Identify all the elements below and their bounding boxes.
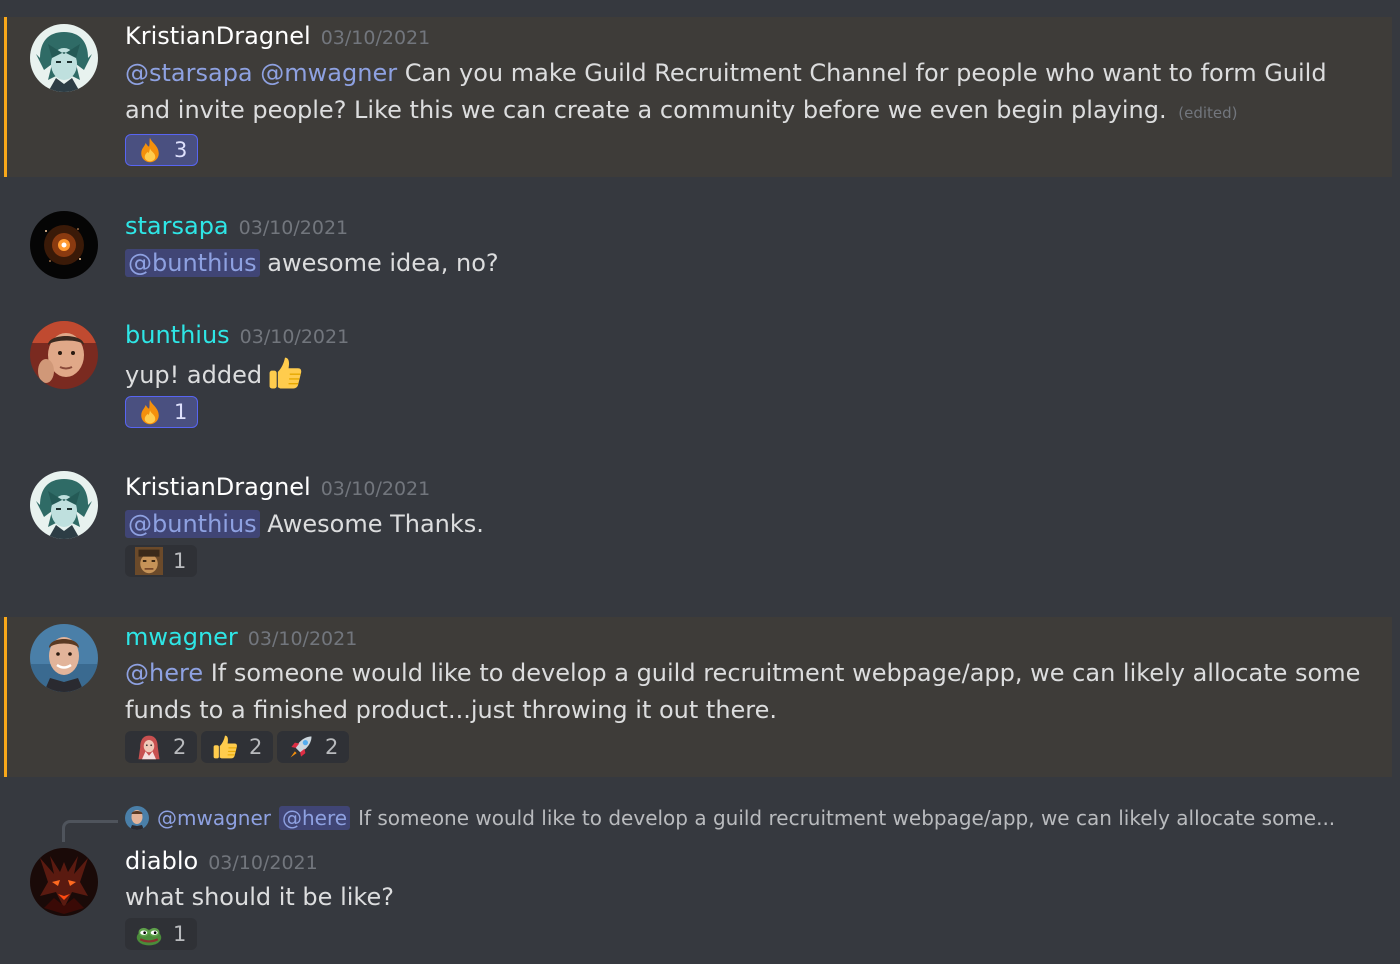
avatar-kristiandragnel[interactable]: [30, 471, 98, 539]
author-name[interactable]: starsapa: [125, 212, 229, 240]
avatar-diablo[interactable]: [30, 848, 98, 916]
reactions: 1: [125, 545, 1372, 577]
message-body: yup! added: [125, 361, 263, 389]
reaction-fire[interactable]: 1: [125, 396, 199, 428]
author-name[interactable]: KristianDragnel: [125, 473, 311, 501]
mention-here[interactable]: @here: [125, 659, 203, 687]
message: KristianDragnel 03/10/2021 @bunthius Awes…: [0, 460, 1392, 590]
author-name[interactable]: KristianDragnel: [125, 22, 311, 50]
message-header: bunthius 03/10/2021: [125, 320, 1372, 350]
message: starsapa 03/10/2021 @bunthius awesome ide…: [0, 200, 1392, 290]
reaction-count: 2: [325, 735, 339, 759]
reactions: 2 2 2: [125, 731, 1372, 763]
reaction-count: 2: [173, 735, 187, 759]
message-text: @starsapa @mwagner Can you make Guild Re…: [125, 55, 1372, 132]
mention-bunthius[interactable]: @bunthius: [125, 249, 260, 277]
reply-connector: [62, 820, 118, 842]
reply-mention-here[interactable]: @here: [279, 806, 351, 830]
message-body: Awesome Thanks.: [259, 510, 484, 538]
reaction-count: 2: [249, 735, 263, 759]
timestamp: 03/10/2021: [247, 628, 358, 650]
avatar-kristiandragnel[interactable]: [30, 24, 98, 92]
reaction-pepe-frog[interactable]: 1: [125, 918, 197, 950]
mention-starsapa[interactable]: @starsapa: [125, 59, 253, 87]
message-header: KristianDragnel 03/10/2021: [125, 472, 1372, 502]
message-header: KristianDragnel 03/10/2021: [125, 21, 1372, 51]
fire-icon: [136, 136, 164, 164]
custom-character-icon: [135, 733, 163, 761]
timestamp: 03/10/2021: [239, 326, 350, 348]
message-text: @here If someone would like to develop a…: [125, 655, 1372, 729]
timestamp: 03/10/2021: [238, 217, 349, 239]
reaction-count: 3: [174, 138, 188, 162]
message-header: mwagner 03/10/2021: [125, 622, 1372, 652]
mention-bunthius[interactable]: @bunthius: [125, 510, 260, 538]
message-text: yup! added: [125, 354, 1372, 394]
message-body: awesome idea, no?: [259, 249, 499, 277]
reactions: 1: [125, 396, 1372, 428]
reaction-count: 1: [173, 922, 187, 946]
timestamp: 03/10/2021: [320, 27, 431, 49]
message-header: diablo 03/10/2021: [125, 846, 1372, 876]
reaction-thumbs-up[interactable]: 2: [201, 731, 273, 763]
message: bunthius 03/10/2021 yup! added 1: [0, 310, 1392, 440]
reactions: 3: [125, 134, 1372, 166]
reply-avatar: [125, 806, 149, 830]
author-name[interactable]: diablo: [125, 847, 198, 875]
thumbs-up-icon: [211, 733, 239, 761]
thumbs-up-icon: [266, 354, 304, 392]
author-name[interactable]: mwagner: [125, 623, 238, 651]
reply-author[interactable]: @mwagner: [157, 806, 271, 830]
mention-mwagner[interactable]: @mwagner: [260, 59, 397, 87]
edited-label: (edited): [1178, 104, 1238, 122]
author-name[interactable]: bunthius: [125, 321, 230, 349]
message-reply: @mwagner @here If someone would like to …: [0, 800, 1392, 964]
avatar-bunthius[interactable]: [30, 321, 98, 389]
avatar-mwagner[interactable]: [30, 624, 98, 692]
reaction-count: 1: [174, 400, 188, 424]
reactions: 1: [125, 918, 1372, 950]
timestamp: 03/10/2021: [320, 478, 431, 500]
reaction-custom-face[interactable]: 1: [125, 545, 197, 577]
reaction-custom-character[interactable]: 2: [125, 731, 197, 763]
pepe-frog-icon: [135, 920, 163, 948]
fire-icon: [136, 398, 164, 426]
message-highlighted: mwagner 03/10/2021 @here If someone would…: [0, 617, 1392, 777]
reaction-fire[interactable]: 3: [125, 134, 199, 166]
message-header: starsapa 03/10/2021: [125, 211, 1372, 241]
message-highlighted: KristianDragnel 03/10/2021 @starsapa @mwa…: [0, 17, 1392, 177]
reaction-rocket[interactable]: 2: [277, 731, 349, 763]
message-body: what should it be like?: [125, 883, 394, 911]
message-text: @bunthius awesome idea, no?: [125, 245, 1372, 282]
reply-text: If someone would like to develop a guild…: [358, 806, 1336, 830]
rocket-icon: [287, 733, 315, 761]
reaction-count: 1: [173, 549, 187, 573]
message-text: what should it be like?: [125, 879, 1372, 916]
avatar-starsapa[interactable]: [30, 211, 98, 279]
custom-face-icon: [135, 547, 163, 575]
reply-preview[interactable]: @mwagner @here If someone would like to …: [125, 806, 1335, 830]
message-text: @bunthius Awesome Thanks.: [125, 506, 1372, 543]
message-body: If someone would like to develop a guild…: [125, 659, 1361, 724]
timestamp: 03/10/2021: [208, 852, 318, 874]
